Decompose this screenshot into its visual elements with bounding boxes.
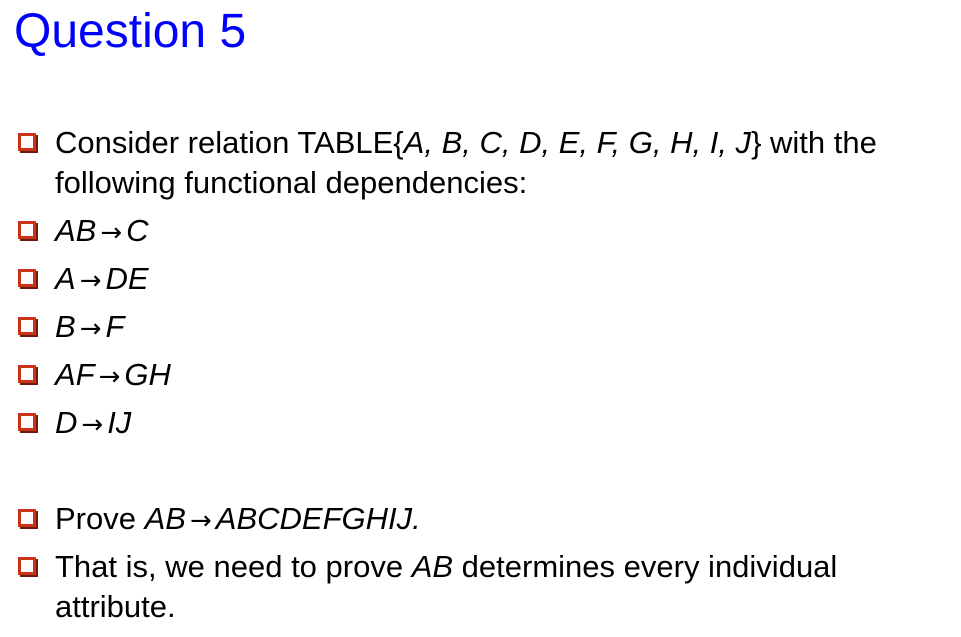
dependency-text: A → DE: [55, 259, 948, 301]
relation-text: Consider relation TABLE{A, B, C, D, E, F…: [55, 123, 948, 203]
arrow-icon: →: [100, 218, 123, 248]
bullet-square-icon: [18, 317, 36, 335]
dependency-text: AF → GH: [55, 355, 948, 397]
relation-attributes: A, B, C, D, E, F, G, H, I, J: [403, 125, 752, 160]
dependency-text: B → F: [55, 307, 948, 349]
relation-intro: Consider relation TABLE{: [55, 125, 404, 160]
dependency-lhs: D: [55, 405, 78, 440]
arrow-icon: →: [79, 314, 102, 344]
dependency-lhs: AB: [55, 213, 97, 248]
bullet-square-icon: [18, 269, 36, 287]
dependency-lhs: AF: [55, 357, 95, 392]
bullet-square-icon: [18, 133, 36, 151]
arrow-icon: →: [189, 506, 212, 536]
that-is-text: That is, we need to prove AB determines …: [55, 547, 948, 627]
dependency-text: AB → C: [55, 211, 948, 253]
arrow-icon: →: [81, 410, 104, 440]
dependency-rhs: F: [105, 309, 125, 344]
dependency-rhs: GH: [124, 357, 171, 392]
bullet-list: Consider relation TABLE{A, B, C, D, E, F…: [0, 0, 961, 637]
bullet-square-icon: [18, 221, 36, 239]
bullet-square-icon: [18, 365, 36, 383]
prove-lhs: AB: [144, 501, 186, 536]
arrow-icon: →: [98, 362, 121, 392]
prove-prefix: Prove: [55, 501, 145, 536]
bullet-square-icon: [18, 509, 36, 527]
dependency-text: D → IJ: [55, 403, 948, 445]
dependency-rhs: C: [126, 213, 149, 248]
arrow-icon: →: [79, 266, 102, 296]
prove-text: Prove AB → ABCDEFGHIJ.: [55, 499, 948, 541]
prove-rhs: ABCDEFGHIJ.: [215, 501, 421, 536]
bullet-square-icon: [18, 557, 36, 575]
that-is-prefix: That is, we need to prove: [55, 549, 412, 584]
dependency-lhs: A: [55, 261, 76, 296]
that-is-subject: AB: [411, 549, 454, 584]
dependency-lhs: B: [55, 309, 76, 344]
dependency-rhs: IJ: [107, 405, 132, 440]
dependency-rhs: DE: [105, 261, 149, 296]
bullet-square-icon: [18, 413, 36, 431]
